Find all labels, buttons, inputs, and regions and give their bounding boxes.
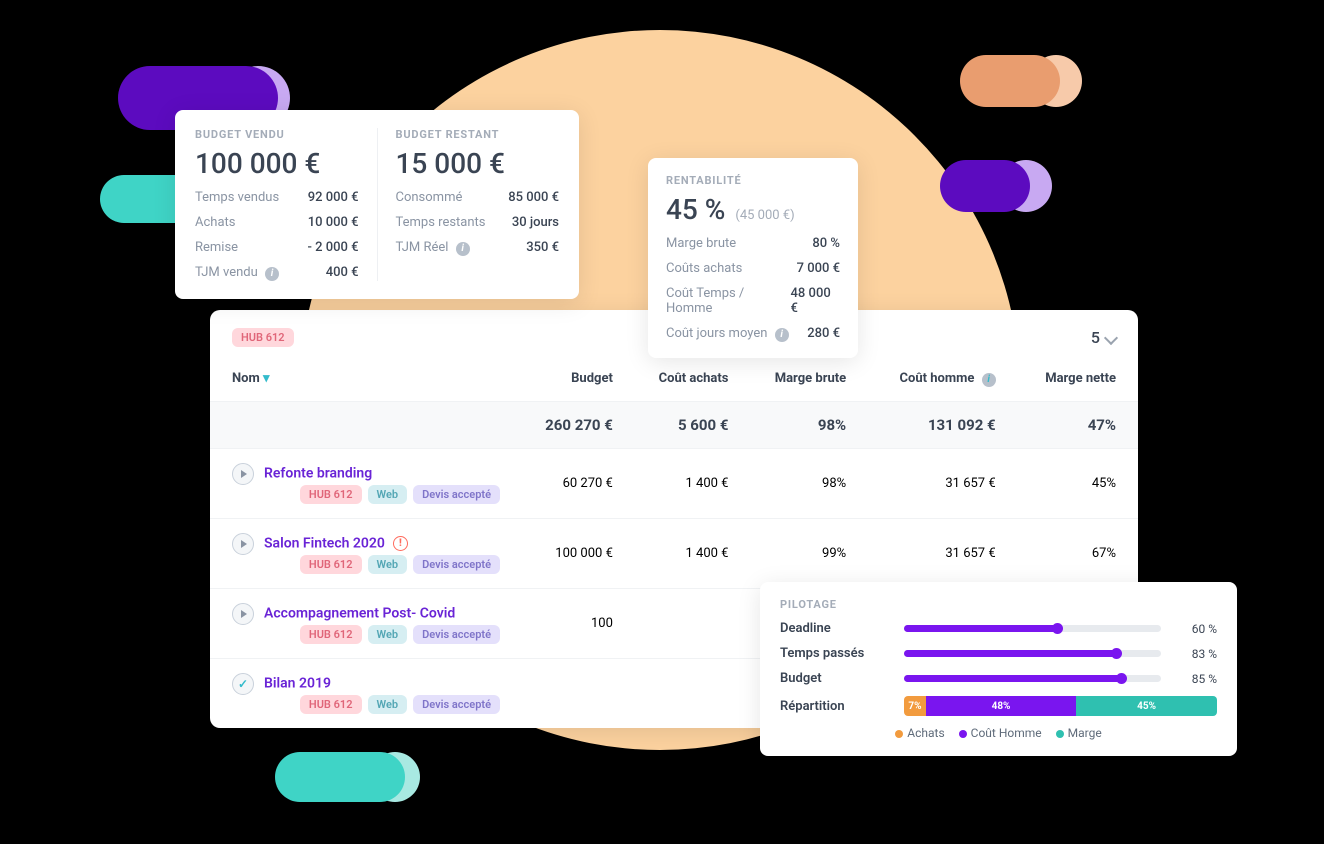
th-nom[interactable]: Nom ▾ <box>210 357 510 401</box>
budget-restant-column: BUDGET RESTANT 15 000 € Consommé85 000 €… <box>378 128 560 281</box>
th-cout-homme[interactable]: Coût homme i <box>856 357 1006 401</box>
table-row[interactable]: Refonte brandingHUB 612WebDevis accepté6… <box>210 448 1138 518</box>
project-name[interactable]: Refonte branding <box>264 465 372 481</box>
progress-bar <box>904 625 1161 632</box>
tag[interactable]: HUB 612 <box>300 485 362 504</box>
budget-vendu-row: TJM vendu i400 € <box>195 265 359 281</box>
play-icon[interactable] <box>232 603 254 625</box>
th-cout-achats[interactable]: Coût achats <box>623 357 739 401</box>
totals-row: 260 270 €5 600 €98%131 092 €47% <box>210 401 1138 448</box>
tag[interactable]: HUB 612 <box>300 695 362 714</box>
budget-card: BUDGET VENDU 100 000 € Temps vendus92 00… <box>175 110 579 299</box>
progress-row: Temps passés83 % <box>780 646 1217 661</box>
budget-restant-title: BUDGET RESTANT <box>396 128 560 141</box>
hub-tag[interactable]: HUB 612 <box>232 328 294 347</box>
page-size-select[interactable]: 5 <box>1091 328 1116 347</box>
repartition-segment: 45% <box>1076 696 1217 716</box>
progress-row: Deadline60 % <box>780 621 1217 636</box>
play-icon[interactable] <box>232 463 254 485</box>
play-icon[interactable] <box>232 533 254 555</box>
rentabilite-card: RENTABILITÉ 45 % (45 000 €) Marge brute8… <box>648 158 858 358</box>
progress-bar <box>904 675 1161 682</box>
progress-row: Budget85 % <box>780 671 1217 686</box>
budget-restant-row: Temps restants30 jours <box>396 215 560 230</box>
project-name[interactable]: Salon Fintech 2020 <box>264 535 385 551</box>
table-row[interactable]: Salon Fintech 2020! HUB 612 Web Devis accep… <box>210 518 1138 588</box>
rentabilite-row: Coût jours moyen i280 € <box>666 326 840 342</box>
budget-restant-row: Consommé85 000 € <box>396 190 560 205</box>
th-budget[interactable]: Budget <box>510 357 623 401</box>
budget-vendu-title: BUDGET VENDU <box>195 128 359 141</box>
rentabilite-title: RENTABILITÉ <box>666 174 840 187</box>
page-size-value: 5 <box>1091 328 1100 347</box>
tag[interactable]: HUB 612 <box>300 625 362 644</box>
repartition-legend: Achats Coût Homme Marge <box>780 726 1217 740</box>
budget-vendu-row: Temps vendus92 000 € <box>195 190 359 205</box>
tag[interactable]: Web <box>368 695 408 714</box>
repartition-segment: 7% <box>904 696 926 716</box>
repartition-label: Répartition <box>780 699 890 714</box>
tag[interactable]: Devis accepté <box>413 695 500 714</box>
pilotage-title: PILOTAGE <box>780 598 1217 611</box>
info-icon[interactable]: i <box>265 267 279 281</box>
chevron-down-icon <box>1104 330 1118 344</box>
check-icon[interactable]: ✓ <box>232 673 254 695</box>
repartition-bar: 7%48%45% <box>904 696 1217 716</box>
rentabilite-row: Marge brute80 % <box>666 236 840 251</box>
rentabilite-value: 45 % <box>666 193 725 226</box>
rentabilite-row: Coût Temps / Homme48 000 € <box>666 286 840 316</box>
tag[interactable]: Devis accepté <box>413 485 500 504</box>
rentabilite-row: Coûts achats7 000 € <box>666 261 840 276</box>
legend-item: Coût Homme <box>959 726 1042 740</box>
legend-item: Achats <box>895 726 944 740</box>
budget-vendu-value: 100 000 € <box>195 147 359 180</box>
legend-item: Marge <box>1056 726 1102 740</box>
tag[interactable]: Web <box>368 485 408 504</box>
tag[interactable]: HUB 612 <box>300 555 362 574</box>
tag[interactable]: Web <box>368 555 408 574</box>
alert-icon: ! <box>393 536 408 551</box>
budget-vendu-row: Remise- 2 000 € <box>195 240 359 255</box>
repartition-segment: 48% <box>926 696 1076 716</box>
info-icon[interactable]: i <box>982 373 996 387</box>
project-name[interactable]: Accompagnement Post- Covid <box>264 605 455 621</box>
info-icon[interactable]: i <box>775 328 789 342</box>
budget-vendu-column: BUDGET VENDU 100 000 € Temps vendus92 00… <box>195 128 378 281</box>
pilotage-card: PILOTAGE Deadline60 % Temps passés83 % Bud… <box>760 582 1237 756</box>
info-icon[interactable]: i <box>456 242 470 256</box>
budget-restant-value: 15 000 € <box>396 147 560 180</box>
tag[interactable]: Web <box>368 625 408 644</box>
th-marge-brute[interactable]: Marge brute <box>738 357 856 401</box>
progress-bar <box>904 650 1161 657</box>
budget-restant-row: TJM Réel i350 € <box>396 240 560 256</box>
th-marge-nette[interactable]: Marge nette <box>1006 357 1138 401</box>
rentabilite-sub: (45 000 €) <box>735 208 794 223</box>
tag[interactable]: Devis accepté <box>413 555 500 574</box>
project-name[interactable]: Bilan 2019 <box>264 675 331 691</box>
tag[interactable]: Devis accepté <box>413 625 500 644</box>
budget-vendu-row: Achats10 000 € <box>195 215 359 230</box>
